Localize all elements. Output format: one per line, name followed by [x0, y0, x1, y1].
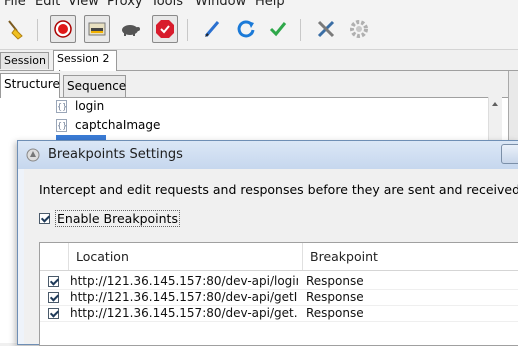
- row-divider: [40, 321, 518, 322]
- row-location: http://121.36.145.157:80/dev-api/get...: [70, 306, 298, 320]
- dialog-titlebar[interactable]: Breakpoints Settings: [18, 141, 518, 169]
- session-tab-bar: Session 1 Session 2 *: [0, 50, 518, 83]
- tree-item-captchaimage[interactable]: {} captchaImage: [56, 118, 160, 132]
- tree-item-label: login: [75, 99, 105, 113]
- close-button[interactable]: [501, 144, 518, 164]
- breakpoints-table: Location Breakpoint http://121.36.145.15…: [39, 242, 518, 346]
- dialog-description: Intercept and edit requests and response…: [39, 182, 518, 197]
- breakpoints-icon[interactable]: [152, 15, 178, 43]
- tab-session-1[interactable]: Session 1: [0, 52, 49, 83]
- menu-view[interactable]: View: [68, 0, 99, 9]
- row-location: http://121.36.145.157:80/dev-api/login: [70, 274, 298, 288]
- menu-tools[interactable]: Tools: [151, 0, 183, 9]
- row-breakpoint[interactable]: Response: [306, 305, 364, 321]
- toolbar-separator: [300, 19, 301, 41]
- menu-bar: File Edit View Proxy Tools Window Help: [0, 0, 518, 9]
- record-icon[interactable]: [50, 15, 76, 43]
- column-divider: [68, 243, 69, 270]
- pen-icon[interactable]: [199, 15, 225, 43]
- table-row[interactable]: http://121.36.145.157:80/dev-api/getI...…: [40, 289, 518, 305]
- row-checkbox[interactable]: [48, 308, 59, 319]
- checkbox-checked-icon[interactable]: [39, 213, 50, 224]
- settings-tools-icon[interactable]: [313, 15, 339, 43]
- row-breakpoint[interactable]: Response: [306, 273, 364, 289]
- tree-item-login[interactable]: {} login: [56, 99, 104, 113]
- row-checkbox[interactable]: [48, 276, 59, 287]
- column-divider: [302, 243, 303, 270]
- tree-scrollbar[interactable]: [488, 97, 502, 141]
- row-checkbox[interactable]: [48, 292, 59, 303]
- gear-icon[interactable]: [346, 15, 372, 43]
- tab-sequence[interactable]: Sequence: [63, 75, 126, 97]
- repeat-icon[interactable]: [233, 15, 259, 43]
- tab-structure[interactable]: Structure: [0, 73, 60, 98]
- row-location: http://121.36.145.157:80/dev-api/getI...: [70, 290, 298, 304]
- file-icon: {}: [56, 99, 68, 113]
- row-breakpoint[interactable]: Response: [306, 289, 364, 305]
- dialog-body: Intercept and edit requests and response…: [24, 169, 518, 346]
- dialog-app-icon: [26, 148, 40, 162]
- enable-breakpoints-label: Enable Breakpoints: [55, 210, 180, 227]
- breakpoints-settings-dialog: Breakpoints Settings Intercept and edit …: [17, 140, 518, 346]
- column-header-check: [40, 243, 70, 271]
- tree-item-label: captchaImage: [75, 118, 161, 132]
- turtle-icon[interactable]: [117, 15, 143, 43]
- throttle-icon[interactable]: [84, 15, 110, 43]
- toolbar-separator: [37, 19, 38, 41]
- toolbar-separator: [187, 19, 188, 41]
- menu-edit[interactable]: Edit: [35, 0, 60, 9]
- validate-icon[interactable]: [265, 15, 291, 43]
- enable-breakpoints-checkbox[interactable]: Enable Breakpoints: [39, 210, 180, 227]
- menu-help[interactable]: Help: [255, 0, 285, 9]
- header-divider: [40, 270, 518, 271]
- dialog-title: Breakpoints Settings: [48, 147, 183, 162]
- table-row[interactable]: http://121.36.145.157:80/dev-api/get... …: [40, 305, 518, 321]
- menu-file[interactable]: File: [4, 0, 26, 9]
- menu-window[interactable]: Window: [195, 0, 246, 9]
- tab-session-2[interactable]: Session 2 *: [53, 50, 117, 81]
- file-icon: {}: [56, 118, 68, 132]
- table-row[interactable]: http://121.36.145.157:80/dev-api/login R…: [40, 273, 518, 289]
- column-header-location[interactable]: Location: [76, 243, 296, 271]
- broom-icon[interactable]: [3, 15, 29, 43]
- column-header-breakpoint[interactable]: Breakpoint: [310, 243, 518, 271]
- toolbar: [0, 9, 518, 50]
- menu-proxy[interactable]: Proxy: [107, 0, 143, 9]
